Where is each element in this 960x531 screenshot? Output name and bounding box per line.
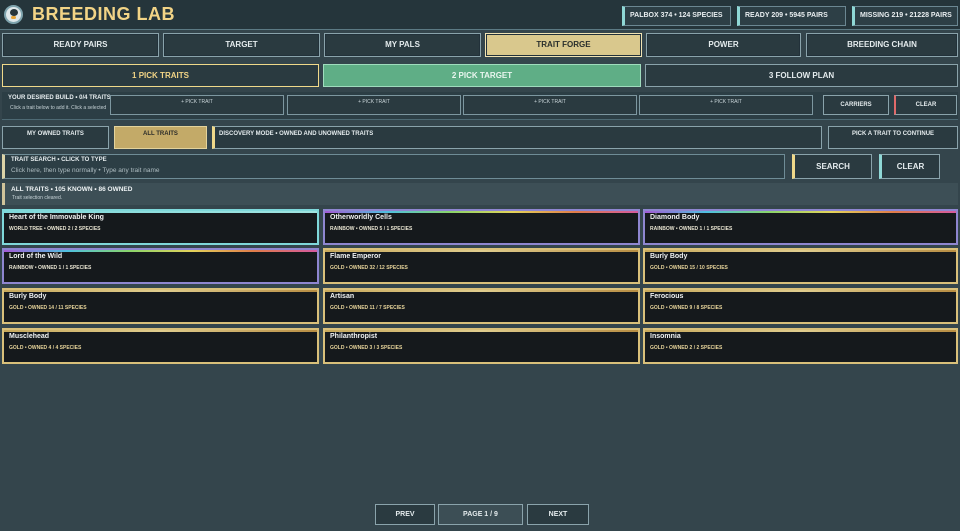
trait-meta: GOLD • OWNED 15 / 10 SPECIES	[650, 265, 728, 271]
trait-search-box[interactable]: TRAIT SEARCH • CLICK TO TYPE	[2, 154, 785, 179]
trait-card[interactable]: Burly Body GOLD • OWNED 15 / 10 SPECIES	[643, 248, 958, 284]
ready-stat: READY 209 • 5945 PAIRS	[737, 6, 846, 26]
trait-card[interactable]: Flame Emperor GOLD • OWNED 32 / 12 SPECIE…	[323, 248, 640, 284]
build-title: YOUR DESIRED BUILD • 0/4 TRAITS	[8, 95, 111, 101]
tab-power[interactable]: POWER	[646, 33, 801, 57]
tab-target[interactable]: TARGET	[163, 33, 320, 57]
trait-card[interactable]: Otherworldly Cells RAINBOW • OWNED 5 / 1 …	[323, 209, 640, 245]
trait-slot-4[interactable]: + PICK TRAIT	[639, 95, 813, 115]
step-pick-traits[interactable]: 1 PICK TRAITS	[2, 64, 319, 87]
trait-meta: GOLD • OWNED 9 / 8 SPECIES	[650, 305, 723, 311]
search-input[interactable]	[11, 165, 711, 175]
trait-slot-1[interactable]: + PICK TRAIT	[110, 95, 284, 115]
trait-card[interactable]: Burly Body GOLD • OWNED 14 / 11 SPECIES	[2, 288, 319, 324]
trait-card[interactable]: Musclehead GOLD • OWNED 4 / 4 SPECIES	[2, 328, 319, 364]
trait-meta: GOLD • OWNED 14 / 11 SPECIES	[9, 305, 87, 311]
trait-card[interactable]: Diamond Body RAINBOW • OWNED 1 / 1 SPECIE…	[643, 209, 958, 245]
step-follow-plan[interactable]: 3 FOLLOW PLAN	[645, 64, 958, 87]
step-pick-target[interactable]: 2 PICK TARGET	[323, 64, 641, 87]
trait-card[interactable]: Philanthropist GOLD • OWNED 3 / 3 SPECIES	[323, 328, 640, 364]
trait-slot-2[interactable]: + PICK TRAIT	[287, 95, 461, 115]
build-hint: Click a trait below to add it. Click a s…	[10, 105, 107, 111]
discovery-mode-toggle[interactable]: DISCOVERY MODE • OWNED AND UNOWNED TRAIT…	[212, 126, 822, 149]
pick-trait-prompt: PICK A TRAIT TO CONTINUE	[828, 126, 958, 149]
tab-ready-pairs[interactable]: READY PAIRS	[2, 33, 159, 57]
tab-breeding-chain[interactable]: BREEDING CHAIN	[806, 33, 958, 57]
carriers-button[interactable]: CARRIERS	[823, 95, 889, 115]
search-button[interactable]: SEARCH	[792, 154, 872, 179]
app-logo-icon	[4, 5, 23, 24]
summary-status: Trait selection cleared.	[12, 195, 63, 201]
trait-name: Lord of the Wild	[9, 253, 63, 260]
trait-meta: GOLD • OWNED 32 / 12 SPECIES	[330, 265, 408, 271]
next-page-button[interactable]: NEXT	[527, 504, 589, 525]
trait-meta: WORLD TREE • OWNED 2 / 2 SPECIES	[9, 226, 101, 232]
trait-meta: RAINBOW • OWNED 1 / 1 SPECIES	[650, 226, 733, 232]
filter-my-owned[interactable]: MY OWNED TRAITS	[2, 126, 109, 149]
build-clear-button[interactable]: CLEAR	[894, 95, 957, 115]
page-indicator: PAGE 1 / 9	[438, 504, 523, 525]
summary-counts: ALL TRAITS • 105 KNOWN • 86 OWNED	[11, 186, 133, 193]
trait-card[interactable]: Ferocious GOLD • OWNED 9 / 8 SPECIES	[643, 288, 958, 324]
trait-name: Diamond Body	[650, 214, 700, 221]
trait-meta: GOLD • OWNED 2 / 2 SPECIES	[650, 345, 723, 351]
trait-meta: RAINBOW • OWNED 1 / 1 SPECIES	[9, 265, 92, 271]
trait-meta: GOLD • OWNED 11 / 7 SPECIES	[330, 305, 405, 311]
search-label: TRAIT SEARCH • CLICK TO TYPE	[11, 157, 107, 163]
trait-meta: GOLD • OWNED 3 / 3 SPECIES	[330, 345, 403, 351]
prev-page-button[interactable]: PREV	[375, 504, 435, 525]
filter-all-traits[interactable]: ALL TRAITS	[114, 126, 207, 149]
trait-meta: RAINBOW • OWNED 5 / 1 SPECIES	[330, 226, 413, 232]
trait-card[interactable]: Lord of the Wild RAINBOW • OWNED 1 / 1 SP…	[2, 248, 319, 284]
palbox-stat: PALBOX 374 • 124 SPECIES	[622, 6, 731, 26]
trait-name: Heart of the Immovable King	[9, 214, 104, 221]
trait-card[interactable]: Insomnia GOLD • OWNED 2 / 2 SPECIES	[643, 328, 958, 364]
trait-summary: ALL TRAITS • 105 KNOWN • 86 OWNED Trait …	[2, 183, 958, 205]
app-title: BREEDING LAB	[32, 4, 176, 24]
desired-build-panel: YOUR DESIRED BUILD • 0/4 TRAITS Click a …	[2, 92, 958, 120]
search-clear-button[interactable]: CLEAR	[879, 154, 940, 179]
trait-slot-3[interactable]: + PICK TRAIT	[463, 95, 637, 115]
trait-name: Artisan	[330, 293, 355, 300]
trait-meta: GOLD • OWNED 4 / 4 SPECIES	[9, 345, 82, 351]
tab-my-pals[interactable]: MY PALS	[324, 33, 481, 57]
trait-name: Otherworldly Cells	[330, 214, 392, 221]
trait-name: Philanthropist	[330, 333, 378, 340]
trait-name: Insomnia	[650, 333, 681, 340]
trait-card[interactable]: Heart of the Immovable King WORLD TREE • …	[2, 209, 319, 245]
trait-name: Flame Emperor	[330, 253, 381, 260]
tab-trait-forge[interactable]: TRAIT FORGE	[485, 33, 642, 57]
trait-card[interactable]: Artisan GOLD • OWNED 11 / 7 SPECIES	[323, 288, 640, 324]
trait-name: Musclehead	[9, 333, 50, 340]
trait-name: Burly Body	[9, 293, 47, 300]
trait-name: Burly Body	[650, 253, 688, 260]
missing-stat: MISSING 219 • 21228 PAIRS	[852, 6, 958, 26]
trait-name: Ferocious	[650, 293, 684, 300]
